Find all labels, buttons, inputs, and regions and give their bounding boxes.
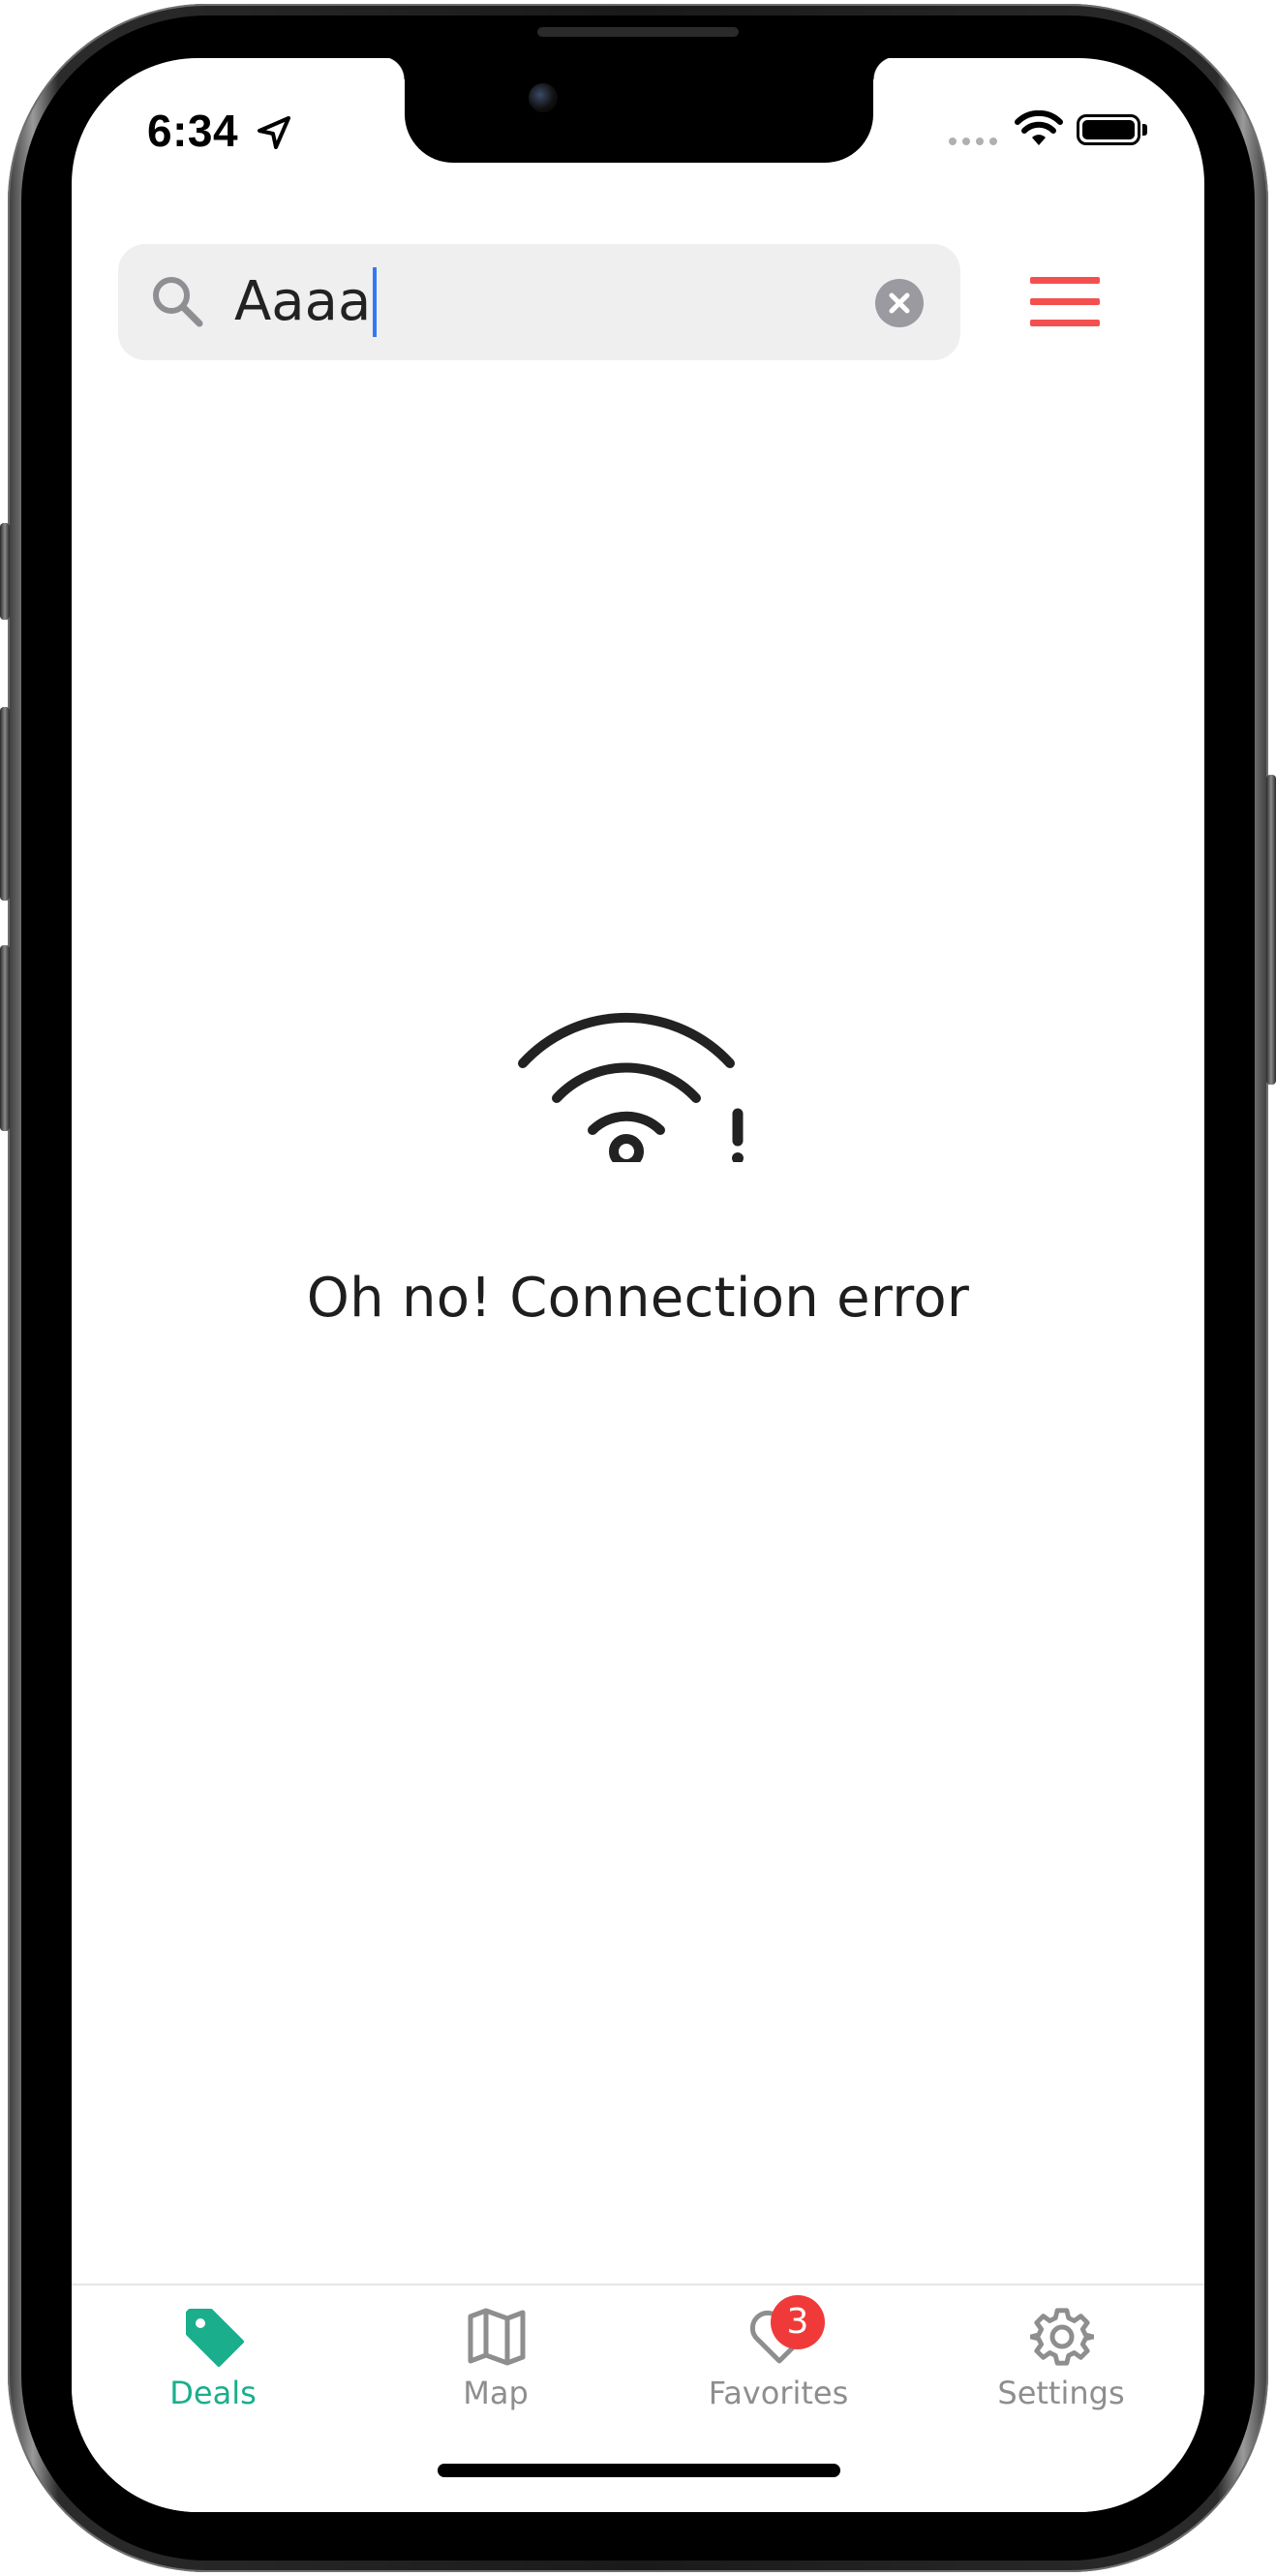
tab-deals[interactable]: Deals <box>72 2285 354 2431</box>
search-bar[interactable]: Aaaa <box>118 244 960 360</box>
notch <box>381 58 896 163</box>
hamburger-line <box>1030 298 1100 305</box>
front-camera <box>529 83 558 112</box>
tag-icon <box>186 2309 244 2367</box>
home-indicator[interactable] <box>438 2464 840 2477</box>
battery-icon <box>1077 114 1140 145</box>
hamburger-menu-icon <box>1030 277 1100 284</box>
tab-map[interactable]: Map <box>354 2285 637 2431</box>
location-arrow-icon <box>258 116 290 149</box>
side-button-volume-up <box>0 707 10 901</box>
tab-label: Favorites <box>708 2375 849 2411</box>
menu-button[interactable] <box>1030 273 1104 331</box>
tab-label: Settings <box>997 2375 1125 2411</box>
favorites-count-badge: 3 <box>771 2295 825 2349</box>
search-input[interactable]: Aaaa <box>234 267 378 337</box>
tab-favorites[interactable]: 3 Favorites <box>637 2285 920 2431</box>
side-button-mute <box>0 523 10 620</box>
clear-icon <box>889 292 910 314</box>
wifi-icon <box>1015 110 1063 145</box>
error-message: Oh no! Connection error <box>306 1267 970 1330</box>
map-icon <box>468 2308 526 2366</box>
tab-label: Map <box>463 2375 529 2411</box>
search-icon <box>153 277 203 327</box>
device-speaker <box>537 27 739 37</box>
search-input-value: Aaaa <box>234 270 372 333</box>
hamburger-line <box>1030 320 1100 326</box>
side-button-volume-down <box>0 945 10 1131</box>
text-caret <box>373 267 378 337</box>
cellular-signal-icon <box>949 138 997 145</box>
wifi-error-icon <box>518 1012 744 1162</box>
side-button-power <box>1266 775 1276 1085</box>
clear-search-button[interactable] <box>875 279 924 327</box>
tab-bar: Deals Map 3 Favorites Settings <box>72 2284 1204 2512</box>
gear-icon <box>1030 2308 1094 2366</box>
tab-settings[interactable]: Settings <box>920 2285 1202 2431</box>
app-screen: 6:34 Aaaa Oh no! Connection error Deals … <box>72 58 1204 2512</box>
tab-label: Deals <box>169 2375 257 2411</box>
battery-tip <box>1142 124 1147 136</box>
status-time: 6:34 <box>147 106 239 156</box>
